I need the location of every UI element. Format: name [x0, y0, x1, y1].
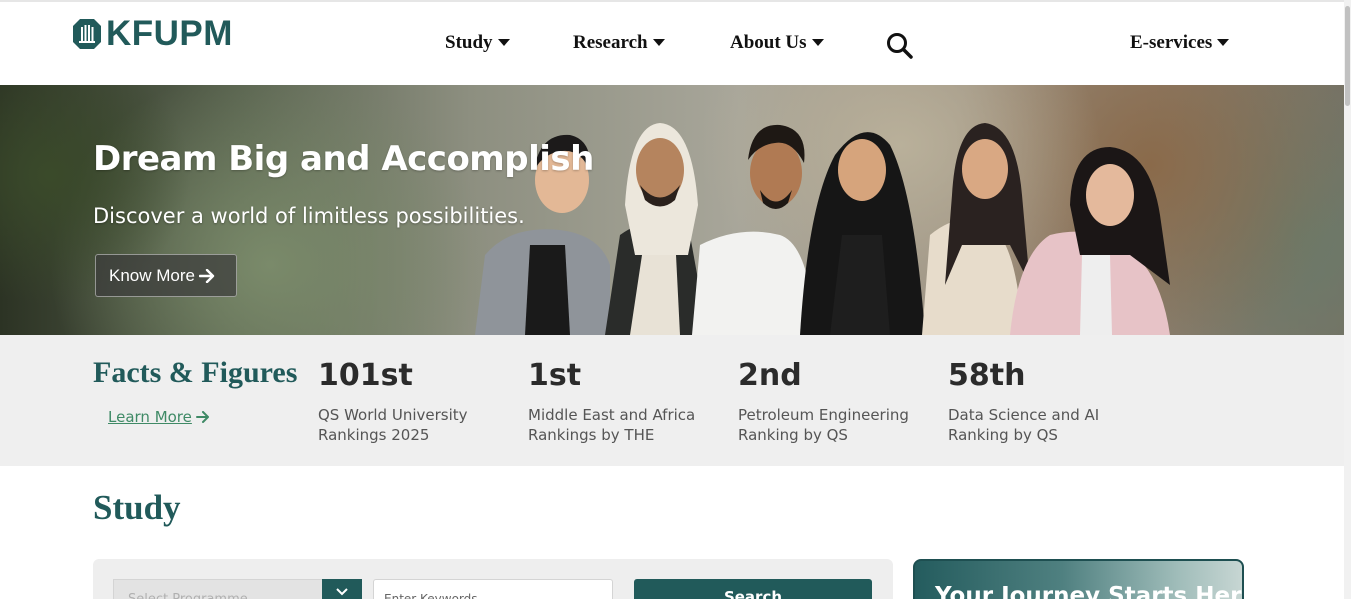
facts-title: Facts & Figures	[93, 356, 298, 389]
programme-select-toggle[interactable]	[322, 579, 362, 599]
stat-description: QS World University Rankings 2025	[318, 406, 468, 444]
stat-item: 2nd Petroleum Engineering Ranking by QS	[738, 357, 938, 445]
stat-item: 1st Middle East and Africa Rankings by T…	[528, 357, 728, 445]
caret-down-icon	[497, 39, 510, 46]
arrow-right-icon	[198, 268, 215, 283]
know-more-button[interactable]: Know More	[95, 254, 237, 297]
search-icon[interactable]	[886, 32, 913, 59]
nav-study-label: Study	[445, 32, 493, 53]
keyword-search-input[interactable]	[373, 579, 613, 599]
hero-subtitle: Discover a world of limitless possibilit…	[93, 204, 525, 228]
logo-text: KFUPM	[106, 14, 233, 53]
program-search-panel: Select Programme Search	[93, 559, 893, 599]
stat-item: 101st QS World University Rankings 2025	[318, 357, 518, 445]
nav-e-services-label: E-services	[1130, 32, 1213, 53]
study-title: Study	[93, 488, 181, 527]
page-scrollbar[interactable]	[1344, 0, 1351, 599]
nav-about-us[interactable]: About Us	[730, 32, 824, 54]
students-group-photo	[475, 123, 1170, 335]
facts-figures-section: Facts & Figures Learn More 101st QS Worl…	[0, 335, 1344, 466]
university-logo-icon	[73, 19, 101, 49]
journey-title: Your Journey Starts Here	[935, 583, 1244, 599]
scrollbar-thumb[interactable]	[1345, 6, 1350, 106]
stat-description: Data Science and AI Ranking by QS	[948, 406, 1100, 444]
nav-e-services[interactable]: E-services	[1130, 32, 1230, 54]
stat-value: 101st	[318, 358, 413, 393]
stat-description: Petroleum Engineering Ranking by QS	[738, 406, 909, 444]
caret-down-icon	[1217, 39, 1230, 46]
chevron-down-icon	[336, 588, 348, 596]
nav-about-us-label: About Us	[730, 32, 807, 53]
learn-more-link[interactable]: Learn More	[108, 408, 210, 426]
hero-title: Dream Big and Accomplish	[93, 139, 594, 179]
caret-down-icon	[811, 39, 824, 46]
stat-description: Middle East and Africa Rankings by THE	[528, 406, 696, 444]
stat-item: 58th Data Science and AI Ranking by QS	[948, 357, 1148, 445]
caret-down-icon	[652, 39, 665, 46]
site-header: KFUPM Study Research About Us E-services	[0, 2, 1344, 85]
kfupm-logo[interactable]: KFUPM	[72, 14, 233, 53]
journey-card[interactable]: Your Journey Starts Here	[913, 559, 1244, 599]
stat-value: 58th	[948, 358, 1026, 393]
learn-more-label: Learn More	[108, 408, 192, 426]
programme-select[interactable]: Select Programme	[113, 579, 323, 599]
nav-research-label: Research	[573, 32, 648, 53]
search-button[interactable]: Search	[634, 579, 872, 599]
know-more-label: Know More	[109, 265, 195, 285]
arrow-right-icon	[195, 411, 209, 423]
nav-study[interactable]: Study	[445, 32, 510, 54]
stat-value: 2nd	[738, 358, 802, 393]
hero-banner: Dream Big and Accomplish Discover a worl…	[0, 85, 1344, 335]
nav-research[interactable]: Research	[573, 32, 665, 54]
stat-value: 1st	[528, 358, 582, 393]
